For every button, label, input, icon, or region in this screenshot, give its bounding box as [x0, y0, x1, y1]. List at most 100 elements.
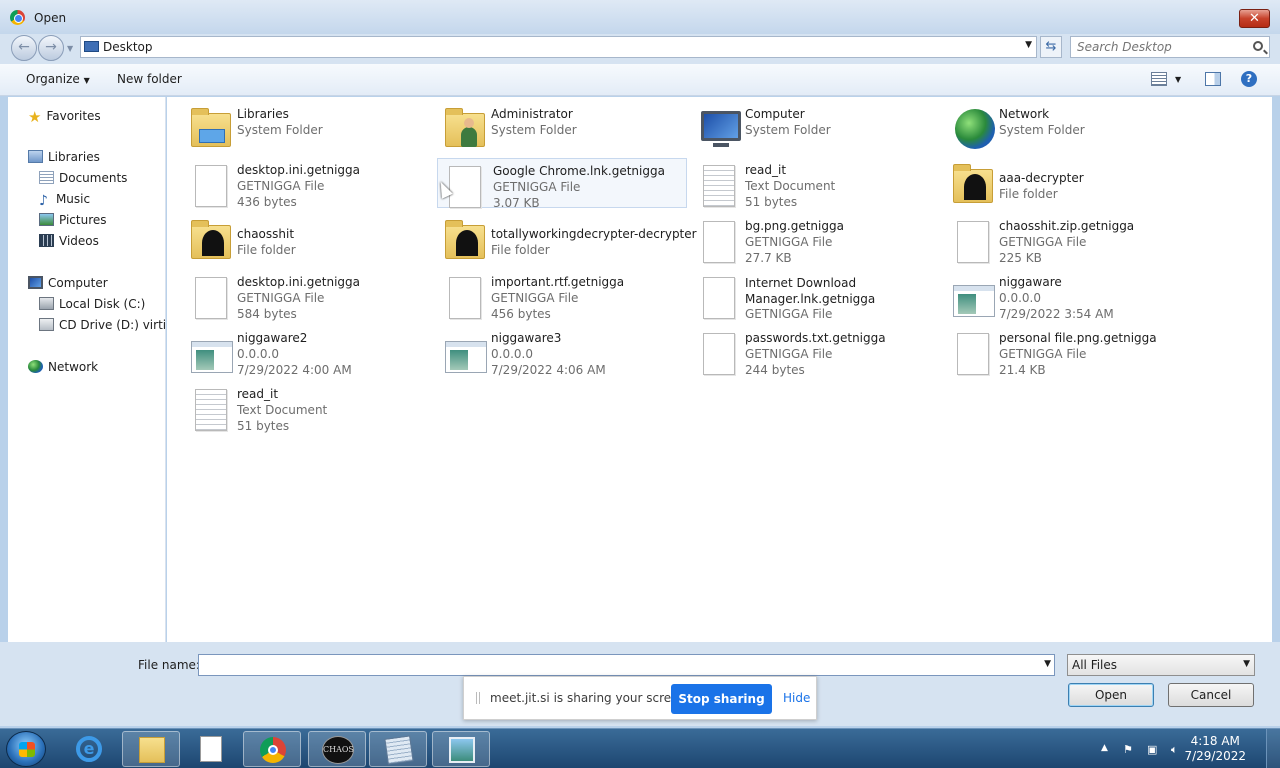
list-item[interactable]: Administrator System Folder [439, 103, 689, 153]
item-type: GETNIGGA File [493, 180, 581, 194]
volume-icon[interactable]: 🔈︎ [1171, 743, 1185, 756]
taskbar-chrome[interactable] [243, 731, 301, 767]
file-icon [189, 275, 233, 319]
list-item-selected[interactable]: Google Chrome.lnk.getnigga GETNIGGA File… [437, 158, 687, 210]
item-date: 7/29/2022 4:06 AM [491, 363, 606, 377]
list-item[interactable]: bg.png.getnigga GETNIGGA File 27.7 KB [693, 215, 943, 265]
list-item[interactable]: Computer System Folder [693, 103, 943, 153]
list-item[interactable]: read_it Text Document 51 bytes [185, 383, 435, 433]
list-item[interactable]: important.rtf.getnigga GETNIGGA File 456… [439, 271, 689, 321]
videos-icon [39, 234, 54, 247]
recent-pages-icon[interactable]: ▼ [67, 44, 73, 53]
item-size: 225 KB [999, 251, 1042, 265]
file-icon [200, 736, 222, 762]
item-type: File folder [491, 243, 550, 257]
list-item[interactable]: niggaware 0.0.0.0 7/29/2022 3:54 AM [947, 271, 1197, 321]
search-input[interactable] [1077, 39, 1247, 55]
hide-button[interactable]: Hide [783, 691, 810, 705]
list-item[interactable]: read_it Text Document 51 bytes [693, 159, 943, 209]
nav-cd-drive-label: CD Drive (D:) virtio-w [59, 318, 166, 332]
item-type: GETNIGGA File [237, 179, 325, 193]
star-icon: ★ [28, 108, 42, 126]
list-item[interactable]: niggaware2 0.0.0.0 7/29/2022 4:00 AM [185, 327, 435, 377]
address-bar[interactable]: Desktop ▼ [80, 36, 1037, 58]
chevron-down-icon[interactable]: ▼ [1025, 40, 1032, 50]
item-name: niggaware3 [491, 331, 562, 345]
file-type-select[interactable]: All Files ▼ [1067, 654, 1255, 676]
nav-local-disk[interactable]: Local Disk (C:) [39, 297, 145, 311]
show-desktop-button[interactable] [1266, 729, 1280, 768]
list-item[interactable]: aaa-decrypter File folder [947, 159, 1197, 209]
list-item[interactable]: Libraries System Folder [185, 103, 435, 153]
show-hidden-icons-icon[interactable]: ▲ [1101, 743, 1115, 755]
network-icon [951, 107, 995, 151]
change-view-icon[interactable] [1151, 72, 1167, 86]
list-item[interactable]: desktop.ini.getnigga GETNIGGA File 436 b… [185, 159, 435, 209]
preview-pane-icon[interactable] [1205, 72, 1221, 86]
organize-button[interactable]: Organize ▼ [26, 72, 90, 86]
nav-network[interactable]: Network [28, 360, 98, 374]
new-folder-button[interactable]: New folder [117, 72, 182, 86]
item-name: Computer [745, 107, 805, 121]
nav-videos[interactable]: Videos [39, 234, 99, 248]
item-name: chaosshit [237, 227, 295, 241]
search-icon[interactable] [1253, 41, 1263, 51]
taskbar-editor[interactable] [369, 731, 427, 767]
internet-explorer-icon: e [76, 736, 102, 762]
file-name-field[interactable]: ▼ [198, 654, 1055, 676]
item-name: chaosshit.zip.getnigga [999, 219, 1135, 233]
application-icon [443, 331, 487, 375]
taskbar-chaos[interactable]: CHAOS [308, 731, 366, 767]
text-document-icon [697, 163, 741, 207]
nav-documents[interactable]: Documents [39, 171, 127, 185]
start-button[interactable] [6, 731, 46, 767]
nav-cd-drive[interactable]: CD Drive (D:) virtio-w [39, 318, 166, 332]
file-icon [951, 331, 995, 375]
action-center-flag-icon[interactable]: ⚑ [1123, 743, 1137, 756]
list-item[interactable]: chaosshit.zip.getnigga GETNIGGA File 225… [947, 215, 1197, 265]
nav-computer[interactable]: Computer [28, 276, 108, 290]
chevron-down-icon: ▼ [83, 76, 90, 85]
application-icon [449, 737, 475, 763]
item-name: aaa-decrypter [999, 171, 1084, 185]
nav-favorites[interactable]: ★ Favorites [28, 108, 101, 126]
cancel-button[interactable]: Cancel [1168, 683, 1254, 707]
item-type: GETNIGGA File [491, 291, 579, 305]
nav-pictures[interactable]: Pictures [39, 213, 107, 227]
list-item[interactable]: totallyworkingdecrypter-decrypter File f… [439, 215, 697, 265]
taskbar-app[interactable] [432, 731, 490, 767]
help-icon[interactable]: ? [1241, 71, 1257, 87]
chevron-down-icon[interactable]: ▼ [1175, 75, 1181, 84]
item-size: 456 bytes [491, 307, 551, 321]
open-button[interactable]: Open [1068, 683, 1154, 707]
forward-button[interactable]: → [38, 35, 64, 61]
file-name-input[interactable] [202, 657, 1032, 673]
item-name: Administrator [491, 107, 573, 121]
nav-music[interactable]: ♪ Music [39, 192, 90, 209]
network-tray-icon[interactable]: ▣ [1147, 743, 1161, 756]
list-item[interactable]: Network System Folder [947, 103, 1197, 153]
refresh-button[interactable]: ⇆ [1040, 36, 1062, 58]
taskbar-ie[interactable]: e [60, 731, 118, 767]
back-button[interactable]: ← [11, 35, 37, 61]
drag-handle-icon[interactable] [476, 692, 480, 704]
list-item[interactable]: passwords.txt.getnigga GETNIGGA File 244… [693, 327, 943, 377]
item-version: 0.0.0.0 [237, 347, 279, 361]
nav-libraries[interactable]: Libraries [28, 150, 100, 164]
window-title: Open [34, 11, 67, 25]
item-name: passwords.txt.getnigga [745, 331, 886, 345]
chevron-down-icon[interactable]: ▼ [1044, 659, 1051, 669]
search-box[interactable] [1070, 36, 1270, 58]
stop-sharing-button[interactable]: Stop sharing [671, 684, 772, 714]
network-icon [28, 360, 43, 373]
list-item[interactable]: Internet Download Manager.lnk.getnigga G… [693, 271, 943, 321]
list-item[interactable]: desktop.ini.getnigga GETNIGGA File 584 b… [185, 271, 435, 321]
list-item[interactable]: niggaware3 0.0.0.0 7/29/2022 4:06 AM [439, 327, 689, 377]
taskbar-notepad[interactable] [184, 731, 242, 767]
close-button[interactable]: ✕ [1239, 9, 1270, 28]
item-date: 7/29/2022 4:00 AM [237, 363, 352, 377]
list-item[interactable]: personal file.png.getnigga GETNIGGA File… [947, 327, 1197, 377]
list-item[interactable]: chaosshit File folder [185, 215, 435, 265]
clock[interactable]: 4:18 AM 7/29/2022 [1184, 734, 1246, 764]
taskbar-explorer[interactable] [122, 731, 180, 767]
